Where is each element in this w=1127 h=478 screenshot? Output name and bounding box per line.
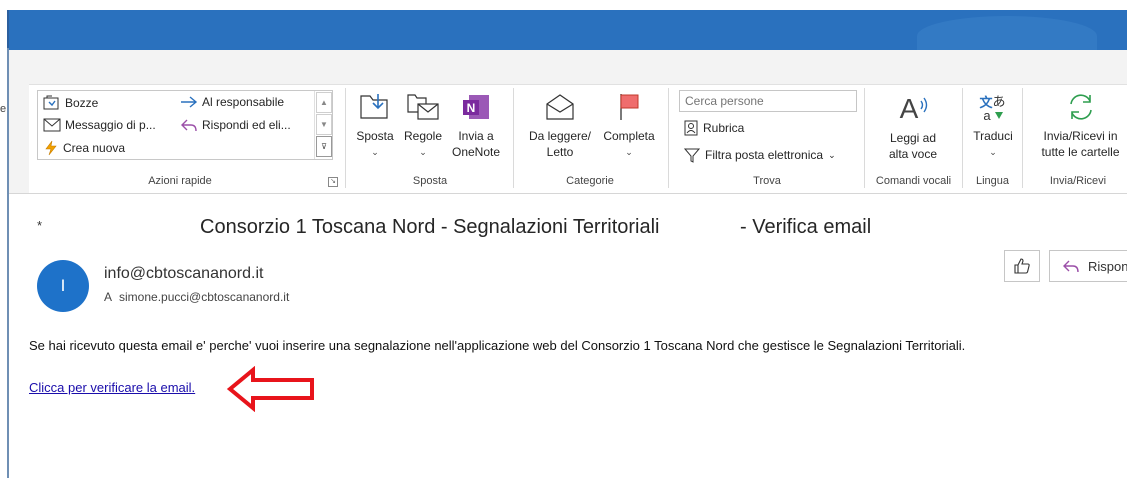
quick-step-drafts[interactable]: Bozze [43,95,98,111]
move-button[interactable]: Sposta ⌄ [354,92,396,160]
group-label-speech: Comandi vocali [875,175,952,187]
group-separator [864,88,865,188]
send-to-onenote-button[interactable]: N Invia a OneNote [446,92,506,160]
more-button[interactable]: ⊽ [316,136,332,157]
ribbon-divider [9,193,1127,194]
sender-avatar[interactable]: I [37,260,89,312]
flag-icon [620,94,639,120]
follow-up-button[interactable]: Completa ⌄ [599,92,659,160]
filter-email-button[interactable]: Filtra posta elettronica ⌄ [684,147,836,163]
group-separator [962,88,963,188]
send-receive-all-button[interactable]: Invia/Ricevi in tutte le cartelle [1034,92,1127,160]
group-label-language: Lingua [975,175,1010,187]
title-bar [9,10,1127,56]
ribbon-tab-strip [9,50,1127,84]
quick-step-create-new[interactable]: Crea nuova [43,140,125,156]
reply-icon [1063,260,1079,273]
translate-icon: 文あa [979,94,1005,122]
filter-icon [684,148,700,163]
thumbs-up-icon [1014,258,1030,274]
message-subject: Consorzio 1 Toscana Nord - Segnalazioni … [200,216,660,238]
group-label-quick-steps: Azioni rapide [148,175,212,187]
recipient-address[interactable]: simone.pucci@cbtoscananord.it [119,290,289,304]
chevron-down-icon: ⌄ [828,149,836,160]
rules-icon [407,94,439,120]
quick-step-to-manager[interactable]: Al responsabile [180,95,284,109]
recipient-prefix: A [104,290,113,304]
chevron-down-icon: ⌄ [371,147,379,157]
rules-button[interactable]: Regole ⌄ [400,92,446,160]
quick-step-reply-delete[interactable]: Rispondi ed eli... [180,118,291,132]
sender-address[interactable]: info@cbtoscananord.it [104,265,263,283]
reply-icon [181,119,197,132]
chevron-down-icon: ⌄ [419,147,427,157]
window-border-top [7,10,9,50]
group-label-move: Sposta [412,175,448,187]
draft-folder-icon [43,95,59,110]
chevron-down-icon: ⌄ [989,147,997,157]
svg-text:あ: あ [992,94,1005,109]
envelope-icon [43,118,61,132]
dialog-launcher-icon[interactable]: ↘ [328,177,338,187]
group-separator [513,88,514,188]
search-people-input[interactable] [679,90,857,112]
move-folder-icon [360,94,388,119]
arrow-right-icon [181,96,198,108]
svg-text:A: A [900,93,919,124]
group-separator [345,88,346,188]
reply-button[interactable]: Rispon [1049,250,1127,282]
unread-read-button[interactable]: Da leggere/ Letto [524,92,596,160]
quick-step-message[interactable]: Messaggio di p... [43,118,156,132]
svg-text:N: N [467,101,476,115]
group-label-find: Trova [753,175,781,187]
group-separator [668,88,669,188]
group-label-tags: Categorie [566,175,614,187]
message-subject-suffix: - Verifica email [740,216,872,238]
scroll-up-button[interactable]: ▲ [316,92,332,113]
chevron-down-icon: ⌄ [625,147,633,157]
subject-marker: * [37,218,43,233]
sync-icon [1069,94,1092,120]
address-book-icon [684,120,698,136]
annotation-arrow-icon [226,366,314,412]
translate-button[interactable]: 文あa Traduci ⌄ [968,92,1018,160]
read-aloud-icon: A [900,93,928,124]
read-aloud-button[interactable]: A Leggi ad alta voce [874,92,952,162]
left-pane-stub: e [0,103,7,115]
quick-steps-scroll: ▲ ▼ ⊽ [314,91,332,159]
onenote-icon: N [463,95,489,119]
group-label-send-receive: Invia/Ricevi [1049,175,1107,187]
lightning-icon [45,140,57,156]
recipient-line: Asimone.pucci@cbtoscananord.it [104,290,296,304]
address-book-button[interactable]: Rubrica [684,120,744,136]
group-separator [1022,88,1023,188]
scroll-down-button[interactable]: ▼ [316,114,332,135]
svg-text:a: a [983,108,991,122]
like-button[interactable] [1004,250,1040,282]
open-envelope-icon [546,94,574,120]
message-body: Se hai ricevuto questa email e' perche' … [29,338,966,353]
verify-email-link[interactable]: Clicca per verificare la email. [29,380,195,395]
